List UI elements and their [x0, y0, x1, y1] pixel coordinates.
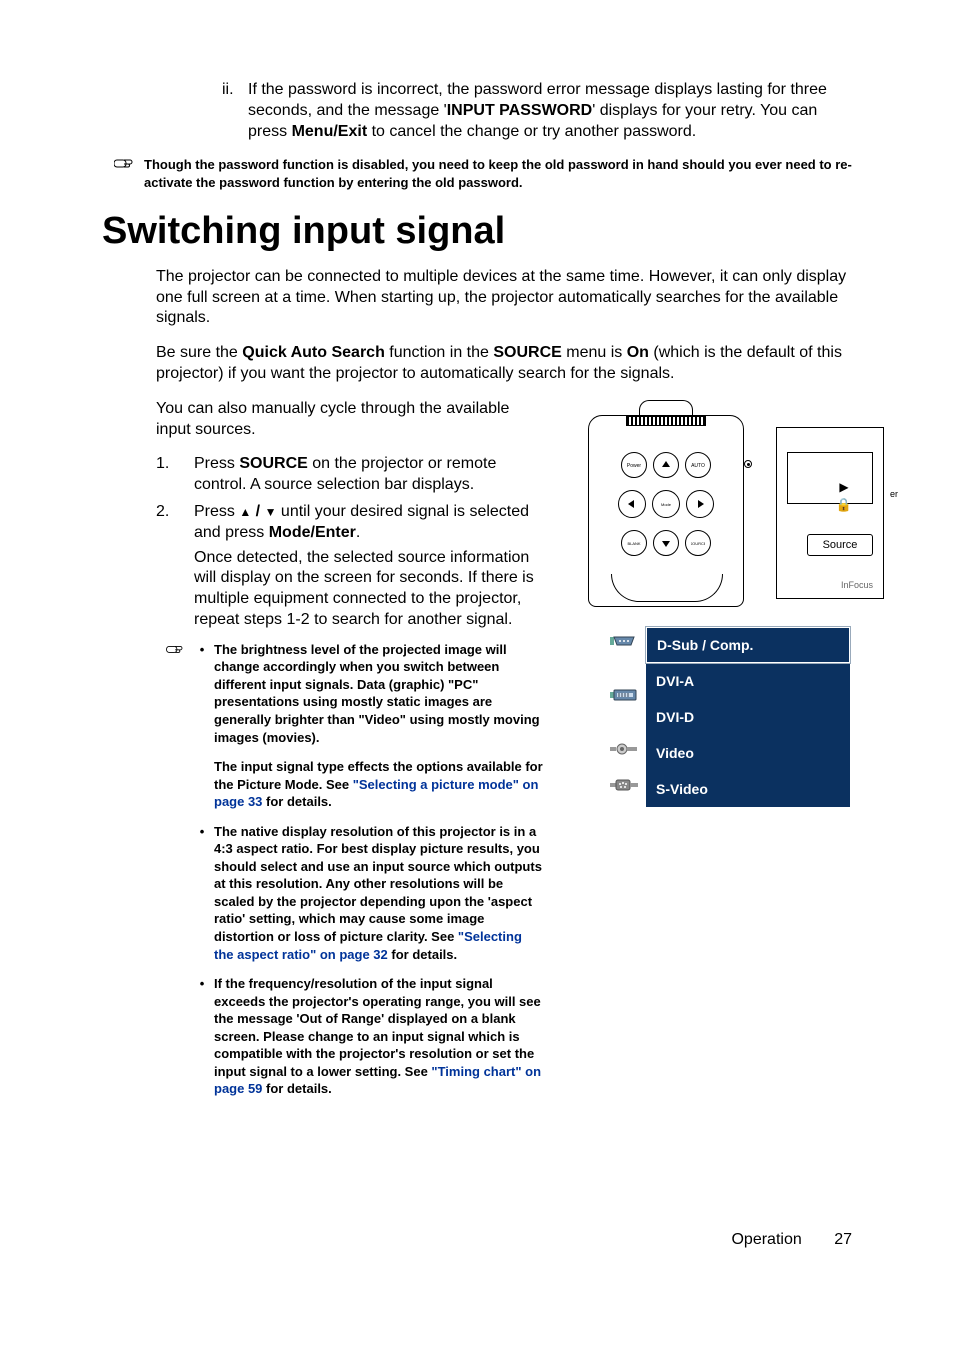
menu-item-dsub: D-Sub / Comp.: [602, 627, 850, 663]
partial-label-er: er: [890, 489, 898, 501]
page-footer: Operation 27: [102, 1230, 852, 1251]
triangle-up-icon: ▲: [239, 505, 251, 519]
source-selection-menu: D-Sub / Comp. DVI-A DVI-D: [602, 627, 850, 807]
remote-and-projector-figure: Power AUTO Mode BLANK SOURCE er: [554, 399, 884, 609]
footer-page-number: 27: [834, 1230, 852, 1251]
remote-control: Power AUTO Mode BLANK SOURCE: [588, 415, 744, 607]
lock-icon: 🔒: [832, 499, 856, 513]
section-title: Switching input signal: [102, 207, 852, 256]
menu-label-dsub: D-Sub / Comp.: [646, 627, 850, 663]
play-icon: ▶: [832, 481, 856, 495]
menu-item-video: Video: [602, 735, 850, 771]
bullet-icon: •: [190, 975, 214, 1098]
svideo-port-icon: [608, 775, 640, 802]
menu-label-dvid: DVI-D: [646, 699, 850, 735]
password-incorrect-text: If the password is incorrect, the passwo…: [248, 80, 852, 142]
brand-label: InFocus: [841, 580, 873, 592]
remote-right-button: [686, 490, 714, 518]
remote-down-button: [653, 530, 679, 556]
dsub-port-icon: [608, 631, 640, 658]
step-number-2: 2.: [156, 502, 194, 631]
note-picture-mode: The input signal type effects the option…: [214, 758, 544, 811]
svg-text:Power: Power: [627, 463, 641, 469]
menu-label-svideo: S-Video: [646, 771, 850, 807]
hand-pointing-icon: [114, 156, 136, 191]
remote-button: BLANK: [621, 530, 647, 556]
projector-top-panel: ▶ 🔒 Source InFocus: [776, 427, 884, 599]
remote-up-button: [653, 452, 679, 478]
step-2: 2. Press ▲ / ▼ until your desired signal…: [156, 502, 544, 631]
svg-text:BLANK: BLANK: [627, 541, 640, 546]
hand-pointing-icon: [166, 641, 186, 823]
indicator-icon: [744, 460, 752, 468]
intro-paragraph-3: You can also manually cycle through the …: [156, 399, 544, 441]
step-2-text: Press ▲ / ▼ until your desired signal is…: [194, 502, 544, 631]
list-marker-ii: ii.: [222, 80, 248, 142]
dvi-port-icon: [608, 685, 640, 712]
menu-label-dvia: DVI-A: [646, 663, 850, 699]
svg-text:Mode: Mode: [661, 502, 672, 507]
menu-label-video: Video: [646, 735, 850, 771]
bullet-icon: •: [190, 823, 214, 963]
bullet-icon: •: [190, 641, 214, 811]
remote-enter-button: Mode: [652, 490, 680, 518]
step-1: 1. Press SOURCE on the projector or remo…: [156, 454, 544, 496]
note-password-disabled: Though the password function is disabled…: [102, 156, 852, 191]
footer-section: Operation: [731, 1231, 801, 1248]
remote-source-button: SOURCE: [685, 530, 711, 556]
menu-item-dvi-group: DVI-A DVI-D: [602, 663, 850, 735]
note-out-of-range: If the frequency/resolution of the input…: [214, 975, 544, 1098]
step-number-1: 1.: [156, 454, 194, 496]
svg-text:SOURCE: SOURCE: [691, 541, 705, 546]
svg-text:AUTO: AUTO: [691, 463, 705, 469]
password-incorrect-item: ii. If the password is incorrect, the pa…: [222, 80, 852, 142]
intro-paragraph-2: Be sure the Quick Auto Search function i…: [156, 343, 852, 385]
remote-left-button: [618, 490, 646, 518]
intro-paragraph-1: The projector can be connected to multip…: [156, 267, 852, 329]
projector-source-button: Source: [807, 534, 873, 556]
composite-video-icon: [608, 739, 640, 766]
menu-item-svideo: S-Video: [602, 771, 850, 807]
note-brightness: The brightness level of the projected im…: [214, 641, 544, 746]
triangle-down-icon: ▼: [265, 505, 277, 519]
note-native-resolution: The native display resolution of this pr…: [214, 823, 544, 963]
remote-button: AUTO: [685, 452, 711, 478]
step-1-text: Press SOURCE on the projector or remote …: [194, 454, 544, 496]
remote-button: Power: [621, 452, 647, 478]
